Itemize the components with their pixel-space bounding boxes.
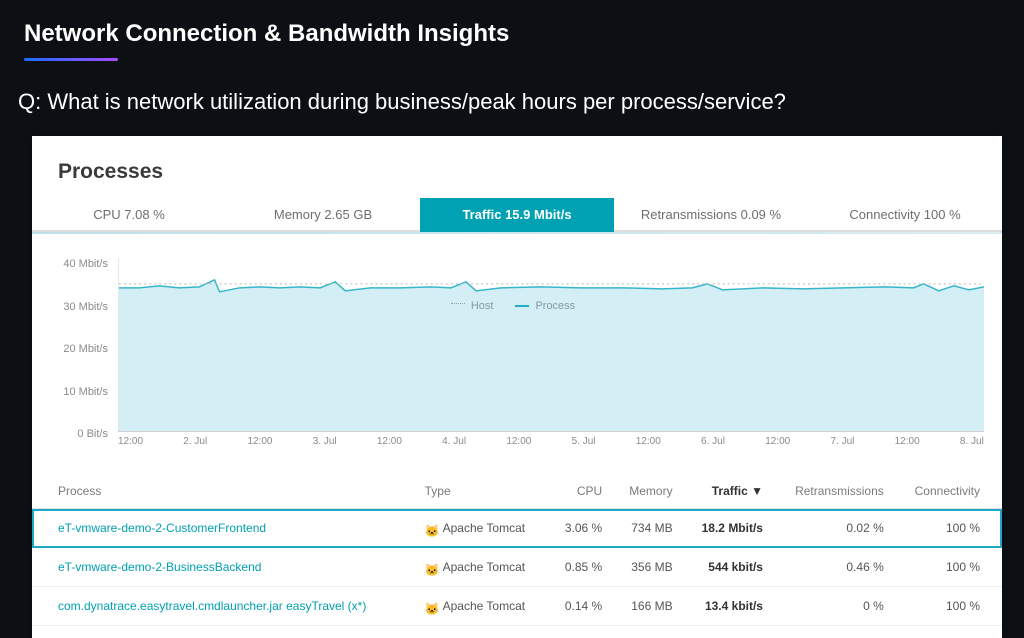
xtick: 5. Jul bbox=[572, 436, 596, 447]
cpu-cell: 0.85 % bbox=[549, 548, 613, 587]
xtick: 7. Jul bbox=[830, 436, 854, 447]
xtick: 2. Jul bbox=[183, 436, 207, 447]
col-cpu[interactable]: CPU bbox=[549, 474, 613, 509]
retrans-cell: 0.02 % bbox=[773, 509, 894, 548]
panel-title: Processes bbox=[32, 136, 1002, 198]
xtick: 12:00 bbox=[636, 436, 661, 447]
xtick: 12:00 bbox=[765, 436, 790, 447]
table-row[interactable]: eT-vmware-demo-2-CustomerFrontend 🐱Apach… bbox=[32, 509, 1002, 548]
process-link[interactable]: eT-vmware-demo-2-BusinessBackend bbox=[32, 548, 415, 587]
y-axis: 40 Mbit/s 30 Mbit/s 20 Mbit/s 10 Mbit/s … bbox=[42, 264, 112, 434]
tab-connectivity[interactable]: Connectivity 100 % bbox=[808, 198, 1002, 232]
ytick-20: 20 Mbit/s bbox=[63, 343, 108, 355]
question-text: Q: What is network utilization during bu… bbox=[0, 61, 1024, 115]
table-header: Process Type CPU Memory Traffic ▼ Retran… bbox=[32, 474, 1002, 509]
col-retransmissions[interactable]: Retransmissions bbox=[773, 474, 894, 509]
processes-panel: Processes CPU 7.08 % Memory 2.65 GB Traf… bbox=[32, 136, 1002, 638]
traffic-cell: 13.4 kbit/s bbox=[683, 587, 773, 626]
col-memory[interactable]: Memory bbox=[612, 474, 682, 509]
retrans-cell: 0.46 % bbox=[773, 548, 894, 587]
tab-memory[interactable]: Memory 2.65 GB bbox=[226, 198, 420, 232]
traffic-cell: 18.2 Mbit/s bbox=[683, 509, 773, 548]
ytick-30: 30 Mbit/s bbox=[63, 301, 108, 313]
tomcat-icon: 🐱 bbox=[425, 524, 437, 534]
cpu-cell: 0.14 % bbox=[549, 587, 613, 626]
conn-cell: 100 % bbox=[894, 587, 1002, 626]
conn-cell: 100 % bbox=[894, 509, 1002, 548]
process-link[interactable]: eT-vmware-demo-2-CustomerFrontend bbox=[32, 509, 415, 548]
memory-cell: 356 MB bbox=[612, 548, 682, 587]
col-process[interactable]: Process bbox=[32, 474, 415, 509]
xtick: 12:00 bbox=[247, 436, 272, 447]
table-row[interactable]: eT-vmware-demo-2-BusinessBackend 🐱Apache… bbox=[32, 548, 1002, 587]
type-cell: 🐱Apache Tomcat bbox=[415, 548, 549, 587]
ytick-10: 10 Mbit/s bbox=[63, 386, 108, 398]
col-traffic[interactable]: Traffic ▼ bbox=[683, 474, 773, 509]
cpu-cell: 3.06 % bbox=[549, 509, 613, 548]
x-axis: 12:00 2. Jul 12:00 3. Jul 12:00 4. Jul 1… bbox=[118, 436, 984, 447]
traffic-chart: 40 Mbit/s 30 Mbit/s 20 Mbit/s 10 Mbit/s … bbox=[32, 234, 1002, 454]
slide-root: Network Connection & Bandwidth Insights … bbox=[0, 0, 1024, 638]
xtick: 8. Jul bbox=[960, 436, 984, 447]
tab-cpu[interactable]: CPU 7.08 % bbox=[32, 198, 226, 232]
ytick-40: 40 Mbit/s bbox=[63, 258, 108, 270]
ytick-0: 0 Bit/s bbox=[77, 428, 108, 440]
xtick: 12:00 bbox=[377, 436, 402, 447]
table-row[interactable]: com.dynatrace.easytravel.cmdlauncher.jar… bbox=[32, 587, 1002, 626]
metric-tabs: CPU 7.08 % Memory 2.65 GB Traffic 15.9 M… bbox=[32, 198, 1002, 232]
xtick: 12:00 bbox=[506, 436, 531, 447]
tomcat-icon: 🐱 bbox=[425, 563, 437, 573]
type-cell: 🐱Apache Tomcat bbox=[415, 509, 549, 548]
retrans-cell: 0 % bbox=[773, 587, 894, 626]
col-type[interactable]: Type bbox=[415, 474, 549, 509]
tab-retransmissions[interactable]: Retransmissions 0.09 % bbox=[614, 198, 808, 232]
plot-area[interactable] bbox=[118, 258, 984, 432]
conn-cell: 100 % bbox=[894, 548, 1002, 587]
xtick: 12:00 bbox=[118, 436, 143, 447]
process-table: Process Type CPU Memory Traffic ▼ Retran… bbox=[32, 474, 1002, 626]
memory-cell: 166 MB bbox=[612, 587, 682, 626]
xtick: 12:00 bbox=[895, 436, 920, 447]
traffic-cell: 544 kbit/s bbox=[683, 548, 773, 587]
xtick: 3. Jul bbox=[313, 436, 337, 447]
xtick: 6. Jul bbox=[701, 436, 725, 447]
type-cell: 🐱Apache Tomcat bbox=[415, 587, 549, 626]
memory-cell: 734 MB bbox=[612, 509, 682, 548]
col-connectivity[interactable]: Connectivity bbox=[894, 474, 1002, 509]
tomcat-icon: 🐱 bbox=[425, 602, 437, 612]
chart-svg bbox=[119, 258, 984, 431]
tab-traffic[interactable]: Traffic 15.9 Mbit/s bbox=[420, 198, 614, 232]
page-title: Network Connection & Bandwidth Insights bbox=[0, 0, 1024, 52]
process-link[interactable]: com.dynatrace.easytravel.cmdlauncher.jar… bbox=[32, 587, 415, 626]
xtick: 4. Jul bbox=[442, 436, 466, 447]
